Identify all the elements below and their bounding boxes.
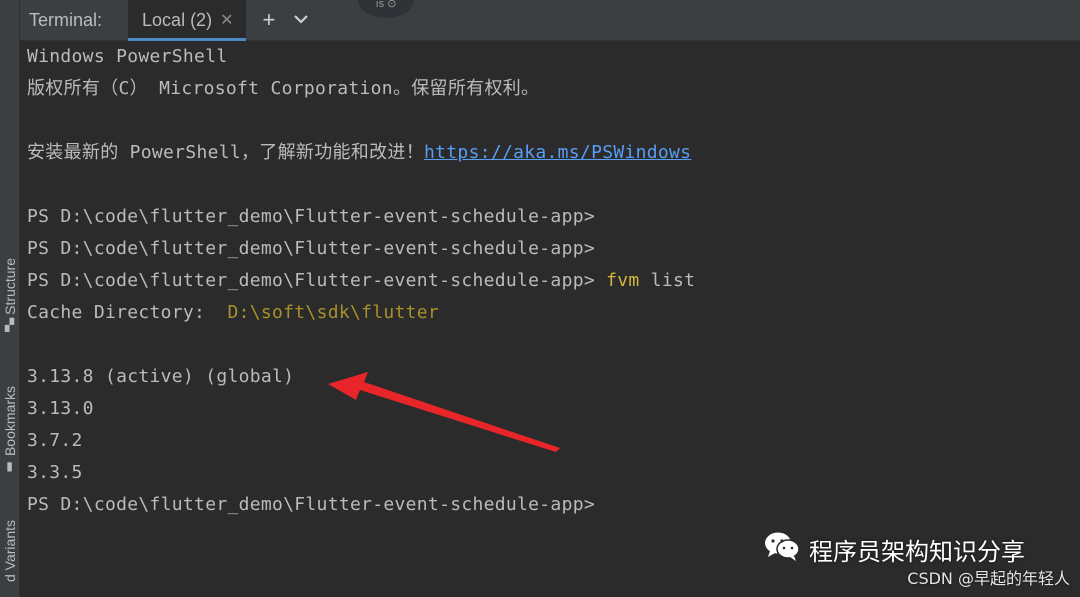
prompt-line: PS D:\code\flutter_demo\Flutter-event-sc… bbox=[27, 494, 595, 515]
bookmarks-tab[interactable]: Bookmarks ▮ bbox=[0, 386, 19, 472]
prompt-line: PS D:\code\flutter_demo\Flutter-event-sc… bbox=[27, 238, 595, 259]
cache-label: Cache Directory: bbox=[27, 302, 228, 323]
plus-icon[interactable]: + bbox=[262, 7, 275, 33]
version-item: 3.13.0 bbox=[27, 398, 94, 419]
close-icon[interactable]: ✕ bbox=[220, 10, 233, 30]
version-item: 3.13.8 (active) (global) bbox=[27, 366, 295, 387]
terminal-line: 版权所有（C） Microsoft Corporation。保留所有权利。 bbox=[27, 78, 540, 99]
terminal-label: Terminal: bbox=[29, 9, 103, 30]
tab-local-2[interactable]: Local (2) ✕ bbox=[128, 0, 247, 41]
version-item: 3.7.2 bbox=[27, 430, 83, 451]
variants-tab[interactable]: d Variants bbox=[0, 520, 19, 582]
command-line: PS D:\code\flutter_demo\Flutter-event-sc… bbox=[27, 265, 695, 297]
powershell-link[interactable]: https://aka.ms/PSWindows bbox=[424, 142, 691, 163]
chevron-down-icon[interactable] bbox=[293, 11, 309, 29]
wechat-icon bbox=[763, 530, 801, 568]
terminal-tab-bar: Terminal: Local (2) ✕ + ıs ⊙ bbox=[20, 0, 1080, 41]
cache-path: D:\soft\sdk\flutter bbox=[227, 302, 440, 323]
wechat-watermark: 程序员架构知识分享 bbox=[763, 530, 1025, 568]
terminal-line: Windows PowerShell bbox=[27, 46, 228, 67]
command-name: fvm bbox=[606, 270, 640, 291]
structure-icon: ▞ bbox=[4, 317, 15, 332]
floating-notch: ıs ⊙ bbox=[358, 0, 414, 18]
structure-tab[interactable]: Structure ▞ bbox=[0, 258, 19, 331]
ide-terminal-window: Structure ▞ Bookmarks ▮ d Variants Termi… bbox=[0, 0, 1080, 597]
terminal-line: 安装最新的 PowerShell，了解新功能和改进！https://aka.ms… bbox=[27, 137, 691, 169]
cache-line: Cache Directory: D:\soft\sdk\flutter bbox=[27, 297, 439, 329]
version-item: 3.3.5 bbox=[27, 462, 83, 483]
prompt-text: PS D:\code\flutter_demo\Flutter-event-sc… bbox=[27, 270, 595, 291]
terminal-output[interactable]: Windows PowerShell 版权所有（C） Microsoft Cor… bbox=[27, 41, 1080, 597]
watermark-title: 程序员架构知识分享 bbox=[809, 537, 1025, 566]
csdn-watermark: CSDN @早起的年轻人 bbox=[907, 569, 1070, 588]
install-hint-text: 安装最新的 PowerShell，了解新功能和改进！ bbox=[27, 142, 425, 163]
bookmarks-tab-label: Bookmarks bbox=[1, 386, 18, 457]
prompt-line: PS D:\code\flutter_demo\Flutter-event-sc… bbox=[27, 206, 595, 227]
tab-local-2-label: Local (2) bbox=[142, 9, 213, 30]
bookmark-icon: ▮ bbox=[6, 459, 13, 474]
left-tool-strip: Structure ▞ Bookmarks ▮ d Variants bbox=[0, 0, 20, 597]
command-arg: list bbox=[639, 270, 696, 291]
structure-tab-label: Structure bbox=[1, 258, 18, 315]
annotation-arrow bbox=[328, 372, 560, 452]
variants-tab-label: d Variants bbox=[1, 520, 18, 582]
